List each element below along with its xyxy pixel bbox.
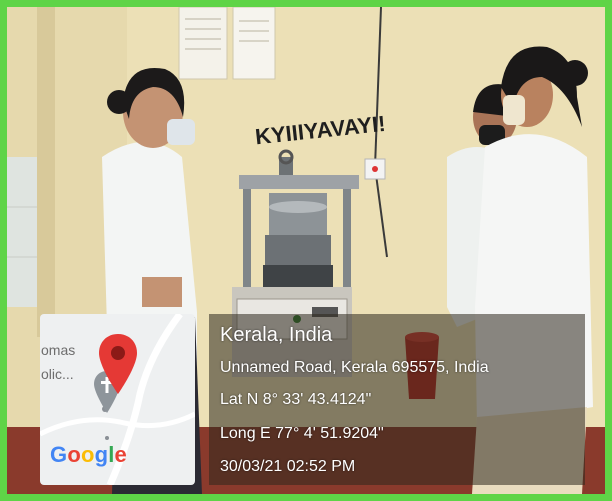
map-thumbnail: omas olic... Google xyxy=(40,314,195,485)
latitude-text: Lat N 8° 33' 43.4124" xyxy=(220,391,372,408)
google-logo: Google xyxy=(50,442,127,468)
google-logo-letter-e: e xyxy=(114,442,127,467)
google-logo-letter-o1: o xyxy=(67,442,81,467)
longitude-text: Long E 77° 4' 51.9204" xyxy=(220,425,384,442)
google-logo-letter-o2: o xyxy=(80,442,95,467)
google-logo-letter-g: G xyxy=(50,442,68,467)
datetime-text: 30/03/21 02:52 PM xyxy=(220,458,356,475)
address-text: Unnamed Road, Kerala 695575, India xyxy=(220,359,489,376)
location-pin-icon xyxy=(99,334,137,394)
photo-frame: KYIIIYAVAYI! omas olic... Google Kerala,… xyxy=(0,0,612,501)
map-place-line-1: omas xyxy=(41,342,76,358)
map-place-line-2: olic... xyxy=(41,366,74,382)
location-title: Kerala, India xyxy=(220,324,333,346)
google-logo-letter-g2: g xyxy=(94,442,109,467)
